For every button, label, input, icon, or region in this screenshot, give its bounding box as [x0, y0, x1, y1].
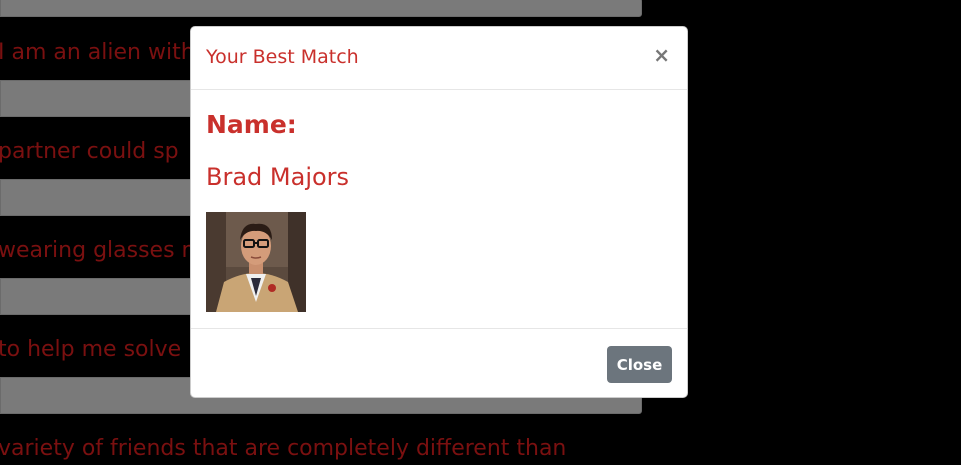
match-name: Brad Majors — [206, 163, 350, 191]
name-label: Name: — [206, 110, 297, 139]
close-button[interactable]: Close — [607, 346, 672, 383]
profile-photo-image — [206, 212, 306, 312]
best-match-modal: Your Best Match × Name: Brad Majors Clos… — [190, 26, 688, 398]
profile-photo — [206, 212, 306, 312]
modal-header: Your Best Match × — [191, 27, 687, 90]
modal-title: Your Best Match — [206, 46, 359, 68]
modal-footer: Close — [191, 329, 687, 399]
close-icon[interactable]: × — [653, 43, 670, 67]
modal-body: Name: Brad Majors — [191, 90, 687, 329]
